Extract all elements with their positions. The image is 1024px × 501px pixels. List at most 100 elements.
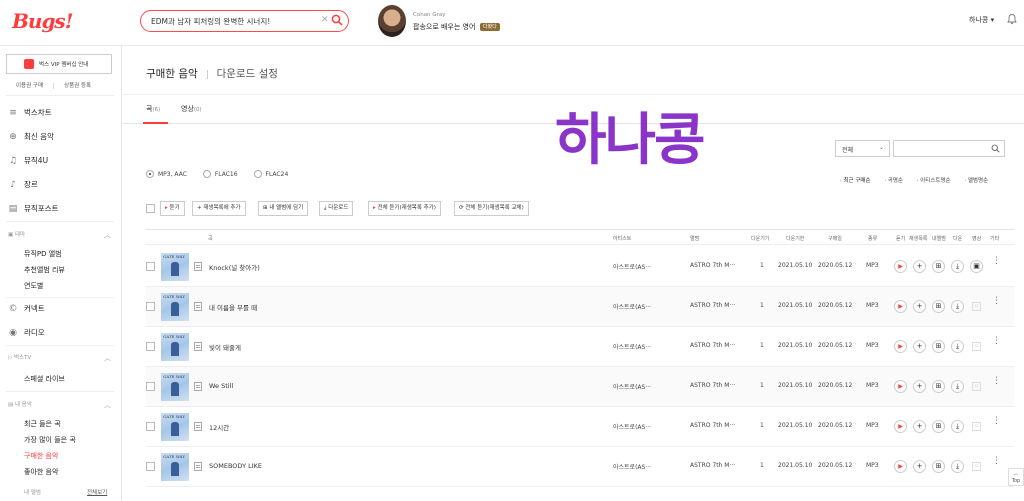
play-icon[interactable]: ▶ (894, 300, 907, 313)
sort-recent[interactable]: · 최근 구매순 (840, 178, 877, 184)
search-icon[interactable] (991, 144, 1000, 153)
row-checkbox[interactable] (146, 382, 155, 391)
more-icon[interactable]: ⋮ (992, 417, 1001, 426)
download-icon[interactable]: ⤓ (951, 380, 964, 393)
table-row[interactable]: GATE WAY We Still 아스트로(AS··· ASTRO 7th M… (146, 367, 1014, 407)
add-playlist-icon[interactable]: + (913, 460, 926, 473)
lyrics-icon[interactable] (194, 462, 202, 471)
promo-title[interactable]: 팝송으로 배우는 영어 (413, 22, 475, 32)
add-album-button[interactable]: ⊞ 내 앨범에 담기 (258, 201, 309, 216)
play-icon[interactable]: ▶ (894, 260, 907, 273)
sidebar-item-album-review[interactable]: 추천앨범 리뷰 (24, 265, 65, 275)
lyrics-icon[interactable] (194, 302, 202, 311)
album-art[interactable]: GATE WAY (161, 413, 189, 441)
play-icon[interactable]: ▶ (894, 420, 907, 433)
search-icon[interactable] (331, 14, 343, 26)
song-title[interactable]: 내 이름을 부를 때 (209, 302, 257, 312)
filter-search-input[interactable] (893, 140, 1005, 157)
song-title[interactable]: 12시간 (209, 422, 229, 432)
sidebar-item-chart[interactable]: ≡ 벅스차트 (8, 107, 51, 121)
play-icon[interactable]: ▶ (894, 460, 907, 473)
add-album-icon[interactable]: ⊞ (932, 340, 945, 353)
bell-icon[interactable] (1006, 13, 1018, 25)
sidebar-item-new-music[interactable]: ⊕ 최신 음악 (8, 131, 54, 145)
sidebar-item-by-year[interactable]: 연도별 (24, 281, 43, 291)
album-art[interactable]: GATE WAY (161, 373, 189, 401)
chevron-up-icon[interactable]: ︿ (104, 353, 111, 363)
song-title[interactable]: Knock(널 찾아가) (209, 262, 260, 272)
lyrics-icon[interactable] (194, 262, 202, 271)
lyrics-icon[interactable] (194, 342, 202, 351)
bugs-logo[interactable]: Bugs! (12, 9, 73, 33)
album-art[interactable]: GATE WAY (161, 333, 189, 361)
table-row[interactable]: GATE WAY 내 이름을 부를 때 아스트로(AS··· ASTRO 7th… (146, 287, 1014, 327)
my-music-section-header[interactable]: ▤ 내 음악 ︿ (8, 400, 111, 409)
tab-songs[interactable]: 곡(6) (146, 104, 160, 114)
more-icon[interactable]: ⋮ (992, 337, 1001, 346)
album-art[interactable]: GATE WAY (161, 293, 189, 321)
sidebar-item-purchased[interactable]: 구매한 음악 (24, 451, 58, 461)
table-row[interactable]: GATE WAY 12시간 아스트로(AS··· ASTRO 7th M··· … (146, 407, 1014, 447)
filter-select[interactable]: 전체 ⌄ (835, 140, 890, 157)
row-checkbox[interactable] (146, 422, 155, 431)
search-box[interactable]: EDM과 남자 피처링의 완벽한 시너지! ✕ (140, 10, 349, 32)
promo-artist[interactable]: Conan Gray (413, 12, 445, 18)
artist-name[interactable]: 아스트로(AS··· (613, 262, 651, 271)
play-icon[interactable]: ▶ (894, 380, 907, 393)
add-playlist-icon[interactable]: + (913, 380, 926, 393)
add-playlist-button[interactable]: + 재생목록에 추가 (192, 201, 246, 216)
sidebar-item-recent[interactable]: 최근 들은 곡 (24, 419, 61, 429)
download-icon[interactable]: ⤓ (951, 300, 964, 313)
more-icon[interactable]: ⋮ (992, 297, 1001, 306)
more-icon[interactable]: ⋮ (992, 377, 1001, 386)
album-name[interactable]: ASTRO 7th M··· (690, 302, 735, 309)
download-icon[interactable]: ⤓ (951, 420, 964, 433)
artist-name[interactable]: 아스트로(AS··· (613, 342, 651, 351)
chevron-up-icon[interactable]: ︿ (104, 230, 111, 240)
download-icon[interactable]: ⤓ (951, 340, 964, 353)
lyrics-icon[interactable] (194, 382, 202, 391)
video-icon[interactable]: ▣ (970, 260, 983, 273)
artist-name[interactable]: 아스트로(AS··· (613, 422, 651, 431)
table-row[interactable]: GATE WAY Knock(널 찾아가) 아스트로(AS··· ASTRO 7… (146, 247, 1014, 287)
more-icon[interactable]: ⋮ (992, 257, 1001, 266)
row-checkbox[interactable] (146, 462, 155, 471)
add-playlist-icon[interactable]: + (913, 260, 926, 273)
table-row[interactable]: GATE WAY SOMEBODY LIKE 아스트로(AS··· ASTRO … (146, 447, 1014, 487)
search-input[interactable]: EDM과 남자 피처링의 완벽한 시너지! (151, 16, 270, 27)
table-row[interactable]: GATE WAY 빛이 돼줄게 아스트로(AS··· ASTRO 7th M··… (146, 327, 1014, 367)
add-playlist-icon[interactable]: + (913, 340, 926, 353)
sidebar-item-most-played[interactable]: 가장 많이 들은 곡 (24, 435, 76, 445)
row-checkbox[interactable] (146, 262, 155, 271)
listen-all-add-button[interactable]: ▸ 전체 듣기(재생목록 추가) (368, 201, 441, 216)
add-playlist-icon[interactable]: + (913, 300, 926, 313)
see-all-link[interactable]: 전체보기 (87, 488, 107, 496)
sidebar-item-pd-album[interactable]: 뮤직PD 앨범 (24, 249, 62, 259)
listen-all-replace-button[interactable]: ⟳ 전체 듣기(재생목록 교체) (454, 201, 529, 216)
album-name[interactable]: ASTRO 7th M··· (690, 422, 735, 429)
add-album-icon[interactable]: ⊞ (932, 300, 945, 313)
album-art[interactable]: GATE WAY (161, 453, 189, 481)
download-icon[interactable]: ⤓ (951, 460, 964, 473)
tv-section-header[interactable]: ▷ 벅스TV ︿ (8, 353, 111, 362)
sort-artist[interactable]: · 아티스트명순 (917, 178, 957, 184)
select-all-checkbox[interactable] (146, 204, 155, 213)
album-name[interactable]: ASTRO 7th M··· (690, 262, 735, 269)
promo-artist-avatar[interactable] (378, 5, 406, 37)
download-icon[interactable]: ⤓ (951, 260, 964, 273)
song-title[interactable]: 빛이 돼줄게 (209, 342, 241, 352)
album-art[interactable]: GATE WAY (161, 253, 189, 281)
song-title[interactable]: We Still (209, 382, 233, 390)
clear-icon[interactable]: ✕ (321, 15, 329, 25)
sidebar-item-connect[interactable]: © 커넥트 (8, 303, 45, 317)
add-album-icon[interactable]: ⊞ (932, 420, 945, 433)
artist-name[interactable]: 아스트로(AS··· (613, 382, 651, 391)
sidebar-item-musicpost[interactable]: ▤ 뮤직포스트 (8, 203, 59, 217)
chevron-up-icon[interactable]: ︿ (104, 400, 111, 410)
album-name[interactable]: ASTRO 7th M··· (690, 462, 735, 469)
add-album-icon[interactable]: ⊞ (932, 460, 945, 473)
register-voucher-link[interactable]: 상품권 등록 (64, 83, 91, 89)
artist-name[interactable]: 아스트로(AS··· (613, 302, 651, 311)
add-playlist-icon[interactable]: + (913, 420, 926, 433)
add-album-icon[interactable]: ⊞ (932, 380, 945, 393)
